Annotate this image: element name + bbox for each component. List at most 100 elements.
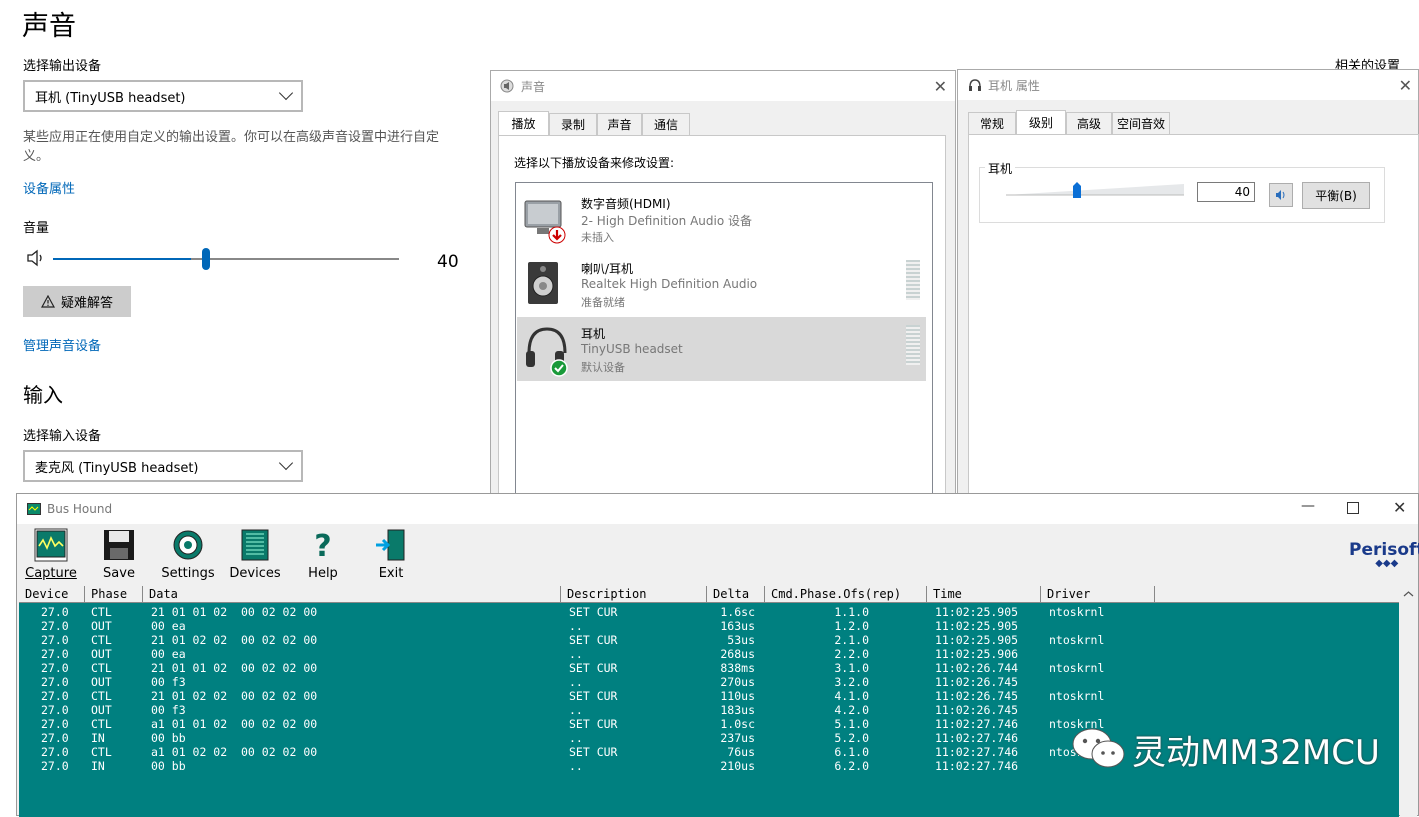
list-item[interactable]: 耳机 TinyUSB headset 默认设备	[517, 317, 926, 381]
tool-label: Exit	[378, 566, 404, 581]
tab-levels[interactable]: 级别	[1016, 110, 1066, 134]
column-header-data[interactable]: Data	[143, 586, 561, 603]
tab-sounds[interactable]: 声音	[597, 113, 642, 135]
capture-icon	[34, 528, 68, 562]
capture-button[interactable]: Capture	[23, 528, 79, 581]
cell-description: ..	[569, 759, 583, 773]
tab-spatial-sound[interactable]: 空间音效	[1112, 112, 1170, 134]
cell-device: 27.0	[41, 647, 69, 661]
level-value-input[interactable]: 40	[1197, 182, 1255, 202]
cell-device: 27.0	[41, 717, 69, 731]
capture-grid[interactable]: 27.0 CTL 21 01 01 02 00 02 02 00 SET CUR 1.6…	[19, 603, 1399, 817]
column-header-cmd-phase[interactable]: Cmd.Phase.Ofs(rep)	[765, 586, 927, 603]
cell-device: 27.0	[41, 619, 69, 633]
input-device-dropdown[interactable]: 麦克风 (TinyUSB headset)	[23, 450, 303, 482]
slider-thumb[interactable]	[1072, 181, 1082, 199]
tab-playback[interactable]: 播放	[498, 111, 549, 135]
tool-label: Help	[308, 566, 338, 581]
cell-description: SET CUR	[569, 689, 618, 703]
slider-thumb[interactable]	[202, 248, 210, 270]
table-row[interactable]: 27.0 CTL 21 01 01 02 00 02 02 00 SET CUR 838…	[19, 661, 1399, 675]
tab-advanced[interactable]: 高级	[1066, 112, 1112, 134]
slider-thumb-shape	[1073, 182, 1081, 198]
table-row[interactable]: 27.0 OUT 00 f3.. 183us 4.2.0 11:02:26.745	[19, 703, 1399, 717]
scroll-up-icon[interactable]	[1400, 587, 1417, 601]
close-button[interactable]: ✕	[1399, 76, 1412, 95]
device-driver: Realtek High Definition Audio	[581, 277, 758, 291]
tab-recording[interactable]: 录制	[549, 113, 597, 135]
troubleshoot-button[interactable]: 疑难解答	[23, 286, 131, 317]
column-header-driver[interactable]: Driver	[1041, 586, 1155, 603]
column-header-phase[interactable]: Phase	[85, 586, 143, 603]
column-header-description[interactable]: Description	[561, 586, 707, 603]
level-slider[interactable]	[1006, 179, 1184, 201]
bushound-titlebar: Bus Hound — ✕	[17, 494, 1418, 524]
settings-button[interactable]: Settings	[160, 528, 216, 581]
vertical-scrollbar[interactable]	[1400, 586, 1417, 817]
close-button[interactable]: ✕	[934, 77, 947, 96]
mute-button[interactable]	[1269, 183, 1293, 207]
cell-data: 00 bb	[151, 731, 186, 745]
cell-description: SET CUR	[569, 717, 618, 731]
help-button[interactable]: ? Help	[295, 528, 351, 581]
close-button[interactable]: ✕	[1393, 498, 1406, 517]
cell-phase: CTL	[91, 633, 112, 647]
cell-cmd-phase: 5.2.0	[834, 731, 869, 745]
monitor-icon	[524, 200, 566, 244]
column-header-device[interactable]: Device	[19, 586, 85, 603]
cell-time: 11:02:27.746	[935, 759, 1019, 773]
device-driver: 2- High Definition Audio 设备	[581, 214, 753, 228]
cell-delta: 76us	[727, 745, 755, 759]
cell-delta: 270us	[720, 675, 755, 689]
table-row[interactable]: 27.0 OUT 00 ea.. 268us 2.2.0 11:02:25.906	[19, 647, 1399, 661]
table-row[interactable]: 27.0 OUT 00 f3.. 270us 3.2.0 11:02:26.745	[19, 675, 1399, 689]
device-status: 准备就绪	[581, 296, 625, 309]
volume-slider[interactable]	[53, 248, 399, 270]
wechat-icon	[1072, 728, 1125, 768]
bushound-title: Bus Hound	[47, 502, 113, 516]
cell-device: 27.0	[41, 703, 69, 717]
logo-dots: ◆◆◆	[1375, 558, 1399, 569]
table-row[interactable]: 27.0 CTL 21 01 01 02 00 02 02 00 SET CUR 1.6…	[19, 605, 1399, 619]
playback-panel: 选择以下播放设备来修改设置: 数字音频(HDMI) 2- High Defini…	[498, 135, 946, 504]
exit-button[interactable]: Exit	[363, 528, 419, 581]
save-button[interactable]: Save	[91, 528, 147, 581]
cell-time: 11:02:25.905	[935, 619, 1019, 633]
cell-data: 21 01 01 02 00 02 02 00	[151, 661, 318, 675]
cell-device: 27.0	[41, 745, 69, 759]
device-list[interactable]: 数字音频(HDMI) 2- High Definition Audio 设备 未…	[515, 182, 933, 504]
manage-sound-devices-link[interactable]: 管理声音设备	[23, 335, 101, 354]
maximize-button[interactable]	[1347, 502, 1359, 514]
device-properties-link[interactable]: 设备属性	[23, 178, 75, 197]
output-device-dropdown[interactable]: 耳机 (TinyUSB headset)	[23, 80, 303, 112]
minimize-button[interactable]: —	[1301, 498, 1315, 514]
watermark-text: 灵动MM32MCU	[1132, 732, 1380, 773]
table-row[interactable]: 27.0 OUT 00 ea.. 163us 1.2.0 11:02:25.905	[19, 619, 1399, 633]
list-item[interactable]: 数字音频(HDMI) 2- High Definition Audio 设备 未…	[517, 187, 926, 251]
cell-phase: CTL	[91, 661, 112, 675]
cell-phase: CTL	[91, 689, 112, 703]
tab-general[interactable]: 常规	[968, 112, 1016, 134]
logo-text: Perisoft	[1349, 540, 1419, 560]
speaker-icon[interactable]	[26, 249, 46, 267]
output-device-value: 耳机 (TinyUSB headset)	[35, 90, 186, 106]
cell-cmd-phase: 6.2.0	[834, 759, 869, 773]
cell-data: 00 f3	[151, 675, 186, 689]
headphones-icon	[526, 327, 568, 377]
cell-phase: IN	[91, 759, 105, 773]
tab-communications[interactable]: 通信	[642, 113, 690, 135]
tool-label: Devices	[229, 566, 281, 581]
table-row[interactable]: 27.0 CTL 21 01 02 02 00 02 02 00 SET CUR 110…	[19, 689, 1399, 703]
column-header-time[interactable]: Time	[927, 586, 1041, 603]
devices-button[interactable]: Devices	[227, 528, 283, 581]
table-row[interactable]: 27.0 CTL 21 01 02 02 00 02 02 00 SET CUR 53u…	[19, 633, 1399, 647]
column-header-filler	[1155, 586, 1399, 603]
list-item[interactable]: 喇叭/耳机 Realtek High Definition Audio 准备就绪	[517, 252, 926, 316]
tool-label: Save	[103, 566, 135, 581]
balance-button[interactable]: 平衡(B)	[1302, 182, 1370, 209]
cell-phase: IN	[91, 731, 105, 745]
exit-door-icon	[376, 529, 405, 561]
column-header-delta[interactable]: Delta	[707, 586, 765, 603]
cell-description: ..	[569, 731, 583, 745]
cell-driver: ntoskrnl	[1049, 689, 1105, 703]
